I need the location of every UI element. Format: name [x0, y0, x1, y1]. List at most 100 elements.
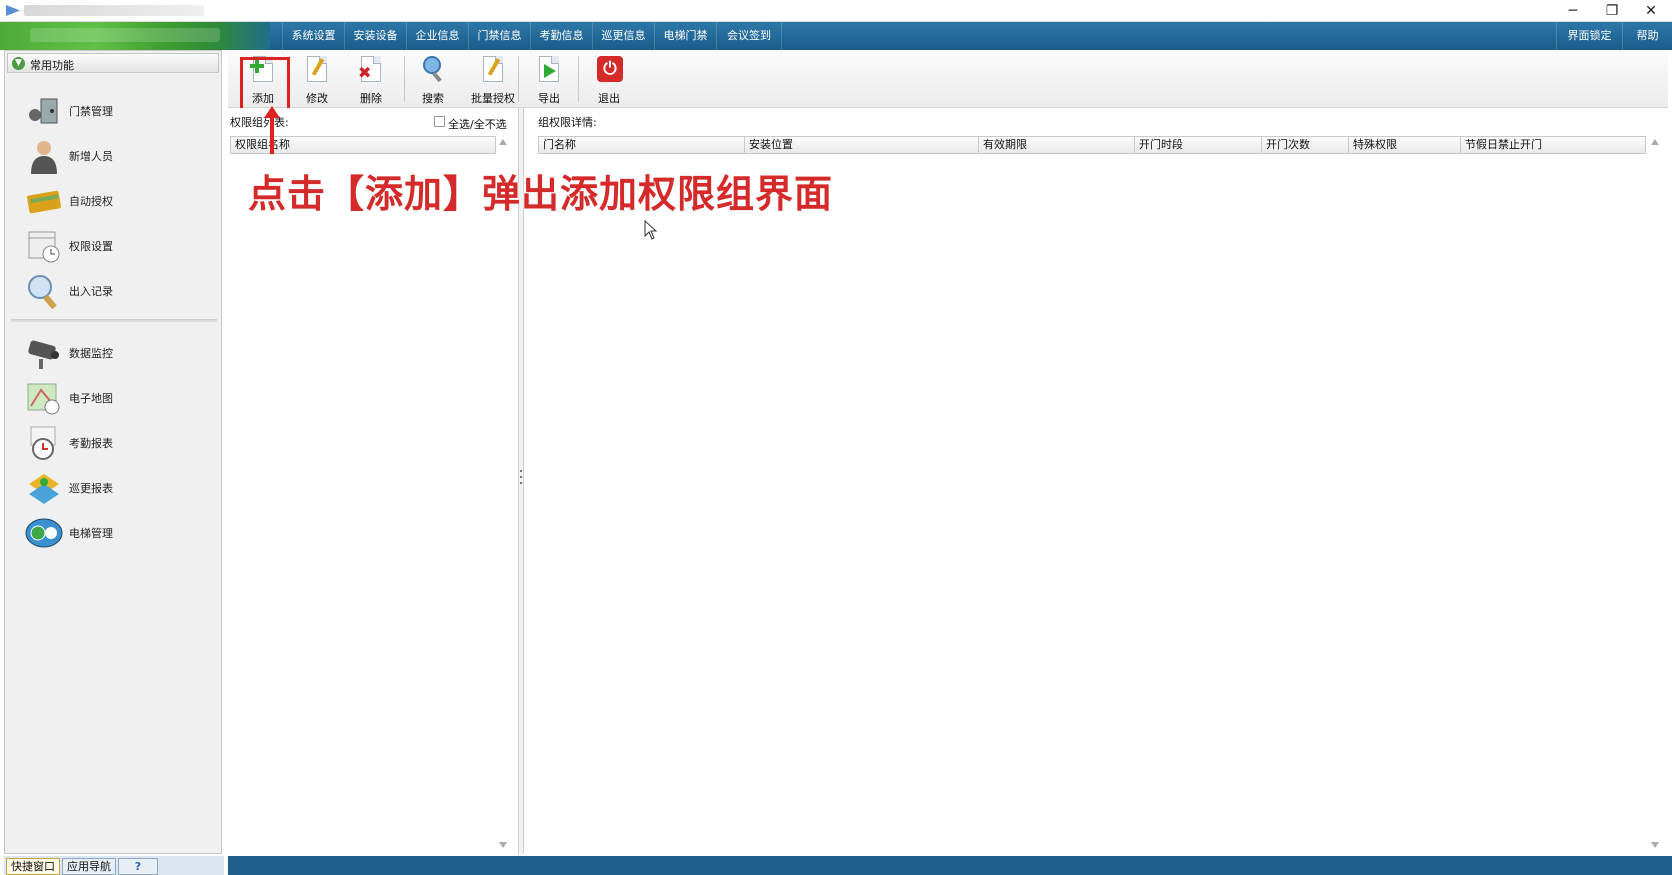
restore-button[interactable]: ❐ [1597, 2, 1627, 20]
sidebar-item-label: 电梯管理 [69, 527, 113, 540]
menu-system-settings[interactable]: 系统设置 [282, 22, 344, 50]
delete-label: 删除 [360, 92, 382, 105]
mouse-cursor-icon [644, 220, 658, 240]
bottom-tabs: 快捷窗口 应用导航 ? [4, 856, 224, 875]
sidebar-item-attendance-report[interactable]: 考勤报表 [21, 423, 211, 463]
column-header-install-location[interactable]: 安装位置 [745, 137, 979, 153]
sidebar-item-label: 权限设置 [69, 240, 113, 253]
minimize-button[interactable]: ─ [1558, 2, 1588, 20]
main-content: 权限组列表: 全选/全不选 权限组名称 组权限详情: 门名称 安装位置 有效期限… [228, 108, 1668, 854]
delete-icon: ✖ [358, 56, 384, 84]
tab-app-navigation[interactable]: 应用导航 [62, 858, 116, 875]
add-button-highlight [240, 57, 290, 111]
group-detail-header: 门名称 安装位置 有效期限 开门时段 开门次数 特殊权限 节假日禁止开门 [538, 136, 1646, 154]
export-button[interactable]: 导出 [524, 54, 574, 106]
scroll-up-icon[interactable] [1651, 139, 1659, 145]
tab-quick-window[interactable]: 快捷窗口 [6, 858, 60, 875]
scroll-down-icon[interactable] [499, 842, 507, 848]
sidebar-item-label: 出入记录 [69, 285, 113, 298]
card-icon [26, 190, 62, 214]
export-icon [536, 56, 562, 84]
column-header-open-count[interactable]: 开门次数 [1262, 137, 1349, 153]
select-all-checkbox[interactable] [434, 116, 445, 127]
batch-auth-icon [480, 56, 506, 84]
sidebar-item-label: 巡更报表 [69, 482, 113, 495]
sidebar-item-door-access[interactable]: 门禁管理 [21, 91, 211, 131]
group-list-scrollbar[interactable] [496, 136, 510, 854]
pencil-icon [304, 56, 330, 84]
sidebar-divider [11, 319, 217, 322]
menu-access-info[interactable]: 门禁信息 [468, 22, 530, 50]
column-header-door-name[interactable]: 门名称 [539, 137, 745, 153]
app-icon [6, 5, 20, 16]
elevator-icon [25, 518, 63, 548]
menu-lock-ui[interactable]: 界面锁定 [1556, 22, 1622, 50]
batch-auth-button[interactable]: 批量授权 [462, 54, 524, 106]
exit-label: 退出 [598, 92, 620, 105]
person-icon [31, 141, 57, 174]
toolbar-divider [518, 56, 519, 102]
sidebar: ▼ 常用功能 门禁管理 新增人员 自动授权 权限设置 出入记录 数据监控 电子地… [4, 50, 222, 854]
search-label: 搜索 [422, 92, 444, 105]
map-icon [27, 383, 60, 415]
exit-button[interactable]: ⏻ 退出 [584, 54, 634, 106]
menu-help[interactable]: 帮助 [1622, 22, 1672, 50]
edit-button[interactable]: 修改 [292, 54, 342, 106]
search-icon [420, 56, 446, 84]
toolbar-divider [404, 56, 405, 102]
menu-meeting-checkin[interactable]: 会议签到 [716, 22, 782, 50]
toolbar-divider [578, 56, 579, 102]
title-bar: ─ ❐ ✕ [0, 0, 1672, 22]
column-header-special-permission[interactable]: 特殊权限 [1349, 137, 1461, 153]
batch-auth-label: 批量授权 [471, 92, 515, 105]
sidebar-item-label: 考勤报表 [69, 437, 113, 450]
help-icon[interactable]: ? [118, 858, 158, 875]
toolbar: 添加 修改 ✖ 删除 搜索 批量授权 导出 ⏻ 退出 [228, 50, 1668, 108]
sidebar-item-permission-settings[interactable]: 权限设置 [21, 226, 211, 266]
edit-label: 修改 [306, 92, 328, 105]
close-button[interactable]: ✕ [1636, 2, 1666, 20]
pane-splitter[interactable] [518, 108, 524, 854]
menu-patrol-info[interactable]: 巡更信息 [592, 22, 654, 50]
sidebar-item-label: 数据监控 [69, 347, 113, 360]
sidebar-item-label: 电子地图 [69, 392, 113, 405]
menu-bar: 系统设置 安装设备 企业信息 门禁信息 考勤信息 巡更信息 电梯门禁 会议签到 … [0, 22, 1672, 50]
menu-elevator-access[interactable]: 电梯门禁 [654, 22, 716, 50]
menu-company-info[interactable]: 企业信息 [406, 22, 468, 50]
chevron-down-icon: ▼ [12, 57, 25, 70]
sidebar-item-access-records[interactable]: 出入记录 [21, 271, 211, 311]
delete-button[interactable]: ✖ 删除 [346, 54, 396, 106]
column-header-validity[interactable]: 有效期限 [979, 137, 1135, 153]
door-access-icon [29, 98, 58, 124]
sidebar-item-label: 门禁管理 [69, 105, 113, 118]
patrol-icon [29, 474, 59, 504]
column-header-holiday-lock[interactable]: 节假日禁止开门 [1461, 137, 1645, 153]
sidebar-item-label: 新增人员 [69, 150, 113, 163]
clock-icon [30, 426, 56, 460]
sidebar-item-new-person[interactable]: 新增人员 [21, 136, 211, 176]
scroll-down-icon[interactable] [1651, 842, 1659, 848]
export-label: 导出 [538, 92, 560, 105]
group-detail-title: 组权限详情: [538, 116, 597, 129]
annotation-text: 点击【添加】弹出添加权限组界面 [248, 172, 834, 216]
menu-install-device[interactable]: 安装设备 [344, 22, 406, 50]
sidebar-item-data-monitor[interactable]: 数据监控 [21, 333, 211, 373]
scroll-up-icon[interactable] [499, 139, 507, 145]
camera-icon [28, 340, 59, 369]
sidebar-item-auto-auth[interactable]: 自动授权 [21, 181, 211, 221]
sidebar-item-label: 自动授权 [69, 195, 113, 208]
select-all-label: 全选/全不选 [448, 118, 507, 131]
magnifier-icon [28, 275, 57, 309]
status-bar [228, 856, 1672, 875]
sidebar-header[interactable]: ▼ 常用功能 [7, 53, 219, 73]
brand-logo [0, 22, 270, 50]
search-button[interactable]: 搜索 [408, 54, 458, 106]
menu-attendance-info[interactable]: 考勤信息 [530, 22, 592, 50]
sidebar-item-e-map[interactable]: 电子地图 [21, 378, 211, 418]
calendar-clock-icon [28, 231, 60, 263]
window-title [24, 5, 204, 16]
column-header-open-period[interactable]: 开门时段 [1135, 137, 1262, 153]
sidebar-item-patrol-report[interactable]: 巡更报表 [21, 468, 211, 508]
sidebar-item-elevator-management[interactable]: 电梯管理 [21, 513, 211, 553]
group-detail-scrollbar[interactable] [1648, 136, 1662, 854]
